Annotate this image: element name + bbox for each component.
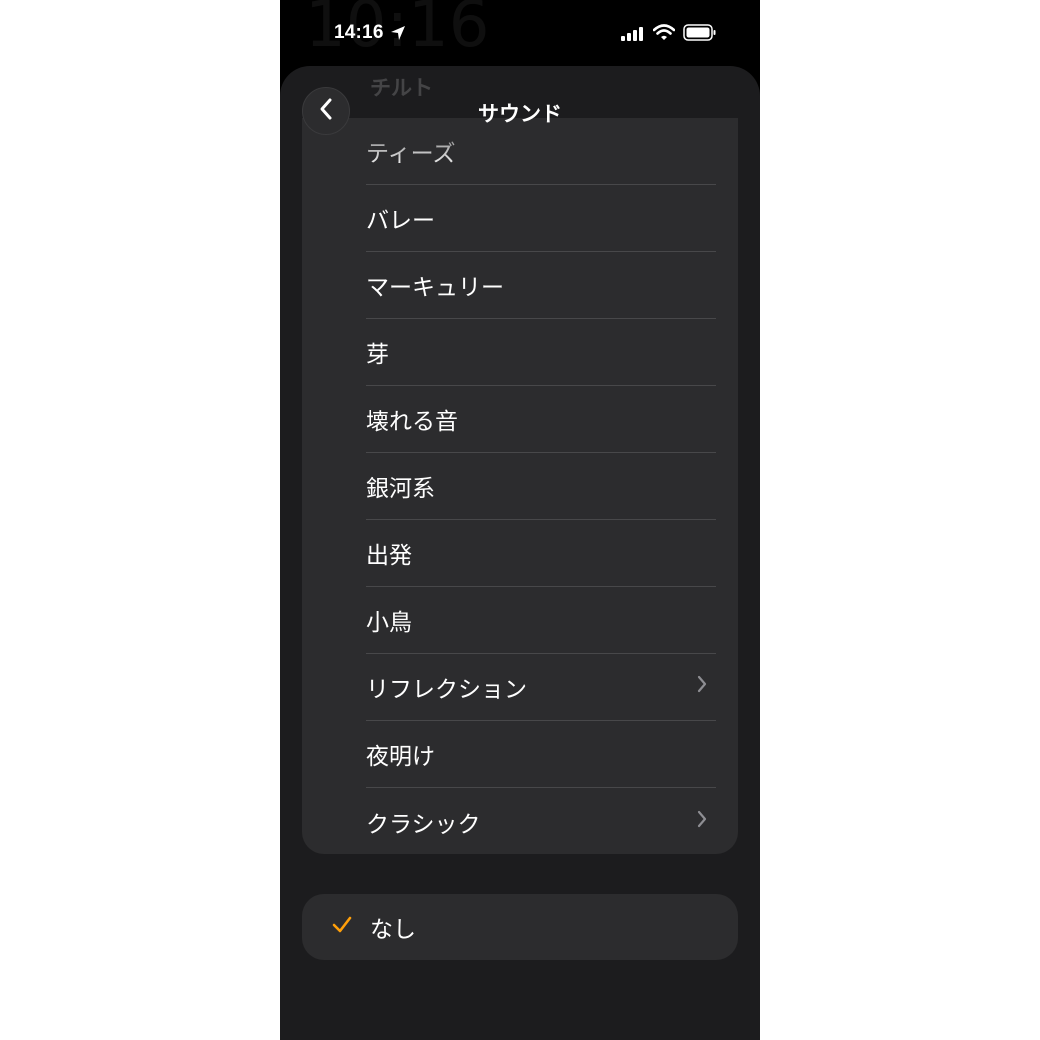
list-item[interactable]: ティーズ bbox=[366, 118, 716, 185]
status-bar: 14:16 bbox=[280, 18, 760, 48]
list-item-label: マーキュリー bbox=[366, 275, 504, 301]
checkmark-icon bbox=[332, 916, 354, 938]
list-item-label: リフレクション bbox=[366, 677, 527, 703]
page-title: サウンド bbox=[478, 102, 562, 126]
list-item[interactable]: 夜明け bbox=[366, 721, 716, 788]
chevron-right-icon bbox=[696, 674, 708, 700]
list-item[interactable]: 出発 bbox=[366, 520, 716, 587]
list-item-label: クラシック bbox=[366, 811, 481, 838]
list-item-label: 出発 bbox=[366, 543, 412, 569]
list-item[interactable]: 壊れる音 bbox=[366, 386, 716, 453]
list-item[interactable]: マーキュリー bbox=[366, 252, 716, 319]
list-item-label: 芽 bbox=[366, 342, 389, 368]
list-item[interactable]: バレー bbox=[366, 185, 716, 252]
chevron-right-icon bbox=[696, 809, 708, 835]
cellular-signal-icon bbox=[621, 26, 645, 45]
list-item-label: 銀河系 bbox=[366, 476, 435, 502]
location-arrow-icon bbox=[390, 25, 406, 45]
list-item[interactable]: 小鳥 bbox=[366, 587, 716, 654]
none-option-label: なし bbox=[370, 917, 416, 943]
battery-icon bbox=[683, 24, 717, 45]
wifi-icon bbox=[652, 24, 676, 45]
list-item-label: 壊れる音 bbox=[366, 409, 458, 435]
list-item[interactable]: クラシック bbox=[366, 788, 716, 854]
list-item-label: バレー bbox=[366, 208, 435, 234]
none-option[interactable]: なし bbox=[302, 894, 738, 960]
sound-list: ティーズバレーマーキュリー芽壊れる音銀河系出発小鳥リフレクション 夜明けクラシック bbox=[302, 118, 738, 854]
status-time: 14:16 bbox=[334, 22, 384, 43]
list-item-label: 小鳥 bbox=[366, 610, 412, 636]
list-item[interactable]: 芽 bbox=[366, 319, 716, 386]
list-item-label: 夜明け bbox=[366, 744, 435, 770]
list-item[interactable]: リフレクション bbox=[366, 654, 716, 721]
list-item-label: ティーズ bbox=[366, 141, 456, 167]
list-item[interactable]: 銀河系 bbox=[366, 453, 716, 520]
